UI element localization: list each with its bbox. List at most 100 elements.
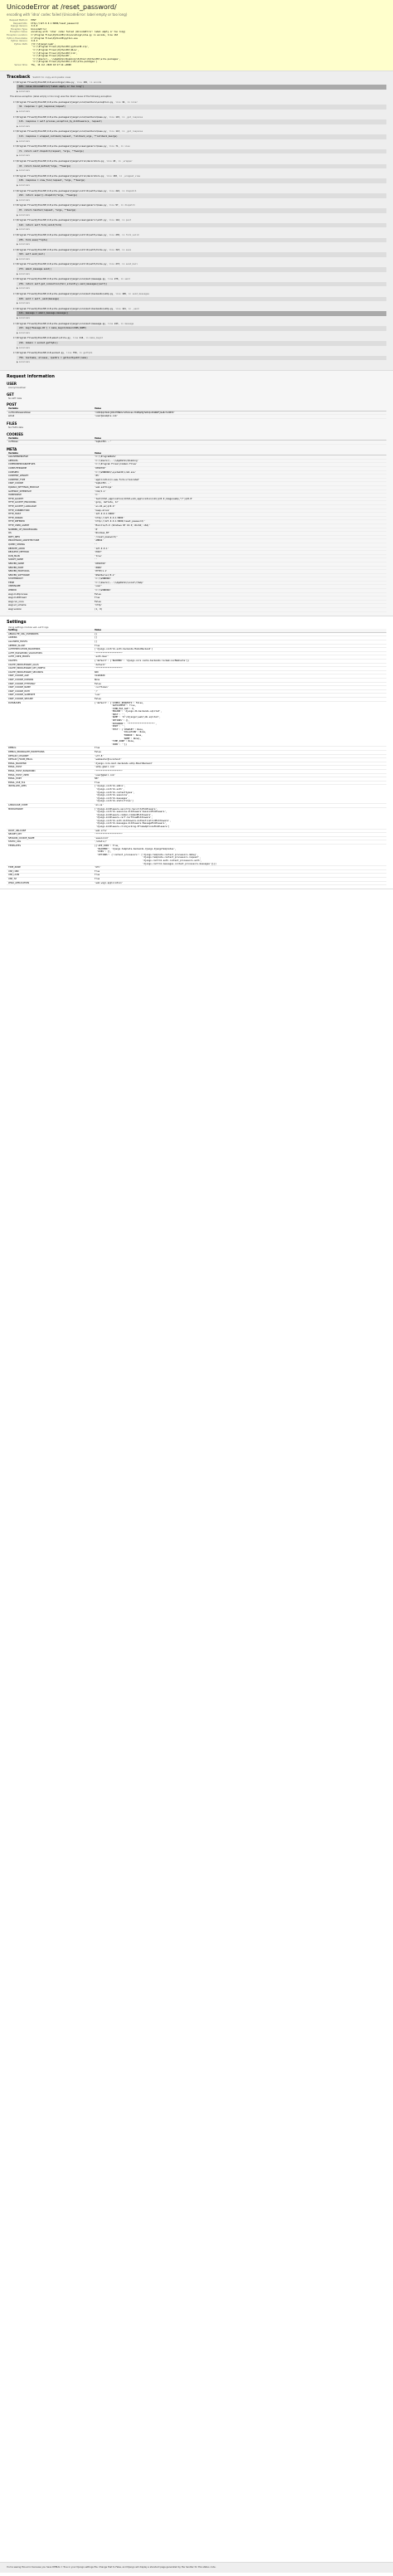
frame-context-line[interactable]: 121. message = email_message.message() [17,311,386,316]
frame-line: 121 [122,307,126,310]
frame-context-line[interactable]: 276. return self.get_connection(fail_sil… [17,281,386,287]
frame-code: response = self.process_exception_by_mid… [25,120,102,124]
local-vars-toggle[interactable]: ▶ Local vars [13,258,386,261]
cookie-row-key: csrftoken [7,440,93,445]
frame-context-line[interactable]: 235. form.save(**opts) [17,237,386,243]
setting-row: MIDDLEWARE ['django.middleware.security.S… [7,807,386,830]
frame-line: 323 [115,248,120,251]
meta-table: Variable Value ALLUSERSPROFILE 'C:\\Progr… [7,451,386,612]
frame-code: return handler(request, *args, **kwargs) [24,208,76,212]
local-vars-toggle[interactable]: ▶ Local vars [13,169,386,173]
local-vars-toggle[interactable]: ▶ Local vars [13,110,386,114]
local-vars-toggle[interactable]: ▶ Local vars [13,317,386,320]
setting-row-value: ['django.contrib.admin', 'django.contrib… [93,784,386,804]
local-vars-toggle[interactable]: ▶ Local vars [13,287,386,290]
frame-file: C:\Program Files\Python38\lib\site-packa… [13,233,107,236]
local-vars-toggle[interactable]: ▶ Local vars [13,302,386,305]
frame-context-line[interactable]: 109. sent = self._send(message) [17,296,386,302]
local-vars-toggle[interactable]: ▶ Local vars [13,228,386,231]
frame-location: C:\Program Files\Python38\lib\site-packa… [13,145,130,149]
explanation-text: You're seeing this error because you hav… [7,2566,216,2569]
post-row: email'user@example.com' [7,414,386,419]
setting-row-value: [{'APP_DIRS': True, 'BACKEND': 'django.t… [93,844,386,867]
local-vars-toggle[interactable]: ▶ Local vars [13,199,386,202]
local-vars-toggle[interactable]: ▶ Local vars [13,154,386,158]
frame-file: C:\Program Files\Python38\lib\encodings\… [13,80,75,84]
frame-context-line[interactable]: 243. msg['Message-ID'] = make_msgid(doma… [17,326,386,331]
frame-context-line[interactable]: 222. return super().dispatch(*args, **kw… [17,193,386,198]
frame-function: _wrapper [122,160,133,163]
frame-line: 71 [115,145,119,149]
request-info-section: Request information USER AnonymousUser G… [0,370,393,616]
post-row-value: 'user@example.com' [93,414,386,419]
local-vars-toggle[interactable]: ▶ Local vars [13,90,386,94]
frame-context-line[interactable]: 273. email_message.send() [17,267,386,272]
traceback-frame: C:\Program Files\Python38\lib\site-packa… [13,263,386,275]
frame-line: 235 [115,233,120,236]
frame-context-line[interactable]: 115. response = self.process_exception_b… [17,119,386,124]
meta-var-row: wsgi.version (1, 0) [7,607,386,612]
traceback-frame: C:\Program Files\Python38\lib\site-packa… [13,175,386,187]
setting-row-value: ['django.middleware.security.SecurityMid… [93,807,386,830]
setting-row: WSGI_APPLICATION'web.wsgi.application' [7,881,386,886]
frame-line: 109 [122,293,126,296]
cookie-row: csrftoken 'Vq2LmT8r...' [7,440,386,445]
local-vars-toggle[interactable]: ▶ Local vars [13,243,386,246]
traceback-frame: C:\Program Files\Python38\lib\site-packa… [13,293,386,305]
frame-function: _get_response [125,115,143,119]
local-vars-toggle[interactable]: ▶ Local vars [13,273,386,276]
frame-code: self.send_mail( [25,253,46,256]
traceback-frame: C:\Program Files\Python38\lib\site-packa… [13,249,386,261]
local-vars-toggle[interactable]: ▶ Local vars [13,214,386,217]
cookie-row-value: 'Vq2LmT8r...' [93,440,386,445]
local-vars-toggle[interactable]: ▶ Local vars [13,140,386,144]
frame-context-line[interactable]: 71. return self.dispatch(request, *args,… [17,149,386,154]
switch-view-link[interactable]: Switch to copy-and-paste view [32,75,70,79]
local-vars-toggle[interactable]: ▶ Local vars [13,347,386,350]
traceback-frame: C:\Program Files\Python38\lib\socket.py,… [13,352,386,364]
frame-context-line[interactable]: 142. return self.form_valid(form) [17,222,386,228]
frame-function: save [125,248,132,251]
traceback-heading: Traceback Switch to copy-and-paste view [7,75,386,80]
error-subtitle: encoding with 'idna' codec failed (Unico… [7,12,128,17]
frame-code: form.save(**opts) [25,238,48,241]
traceback-frame: C:\Program Files\Python38\lib\site-packa… [13,190,386,202]
frame-line: 97 [115,204,119,207]
local-vars-toggle[interactable]: ▶ Local vars [13,125,386,129]
frame-location: C:\Program Files\Python38\lib\encodings\… [13,80,102,84]
frame-context-line[interactable]: 43. return bound_method(*args, **kwargs) [17,163,386,169]
frame-code: response = view_func(request, *args, **k… [25,179,85,183]
frame-context-line[interactable]: 323. self.send_mail( [17,252,386,257]
frame-function: dispatch [125,189,137,192]
frame-file: C:\Program Files\Python38\lib\site-packa… [13,263,107,266]
frame-function: post [125,219,132,222]
frame-location: C:\Program Files\Python38\lib\site-packa… [13,293,149,296]
user-value: AnonymousUser [8,386,27,389]
frame-line: 43 [113,160,116,163]
frame-location: C:\Program Files\Python38\lib\socket.py,… [13,352,93,355]
frame-context-line[interactable]: 34. response = get_response(request) [17,105,386,110]
frame-line: 243 [114,322,119,325]
local-vars-toggle[interactable]: ▶ Local vars [13,332,386,335]
frame-context-line[interactable]: 165. raise UnicodeError("label empty or … [17,85,386,90]
frame-location: C:\Program Files\Python38\lib\site-packa… [13,204,135,207]
frame-location: C:\Program Files\Python38\lib\site-packa… [13,307,139,310]
frame-context-line[interactable]: 756. hostname, aliases, ipaddrs = gethos… [17,355,386,361]
frame-function: dispatch [124,204,135,207]
frame-context-line[interactable]: 130. response = view_func(request, *args… [17,178,386,183]
frame-context-line[interactable]: 216. domain = socket.getfqdn() [17,340,386,346]
frame-file: C:\Program Files\Python38\lib\site-packa… [13,322,105,325]
frame-context-line[interactable]: 113. response = wrapped_callback(request… [17,134,386,139]
setting-row-key: INSTALLED_APPS [7,784,93,804]
local-vars-toggle[interactable]: ▶ Local vars [13,361,386,364]
setting-row-key: MIDDLEWARE [7,807,93,830]
frame-context-line[interactable]: 97. return handler(request, *args, **kwa… [17,207,386,213]
traceback-frame: C:\Program Files\Python38\lib\site-packa… [13,101,386,114]
frame-line: 113 [115,130,120,134]
frame-file: C:\Program Files\Python38\lib\site-packa… [13,219,107,222]
error-meta-table: Request Method: POST Request URL: http://12… [7,19,125,67]
meta-var-row-value: (1, 0) [93,607,386,612]
local-vars-toggle[interactable]: ▶ Local vars [13,184,386,187]
frame-function: make_msgid [90,337,103,340]
frame-file: C:\Program Files\Python38\lib\site-packa… [13,174,104,178]
